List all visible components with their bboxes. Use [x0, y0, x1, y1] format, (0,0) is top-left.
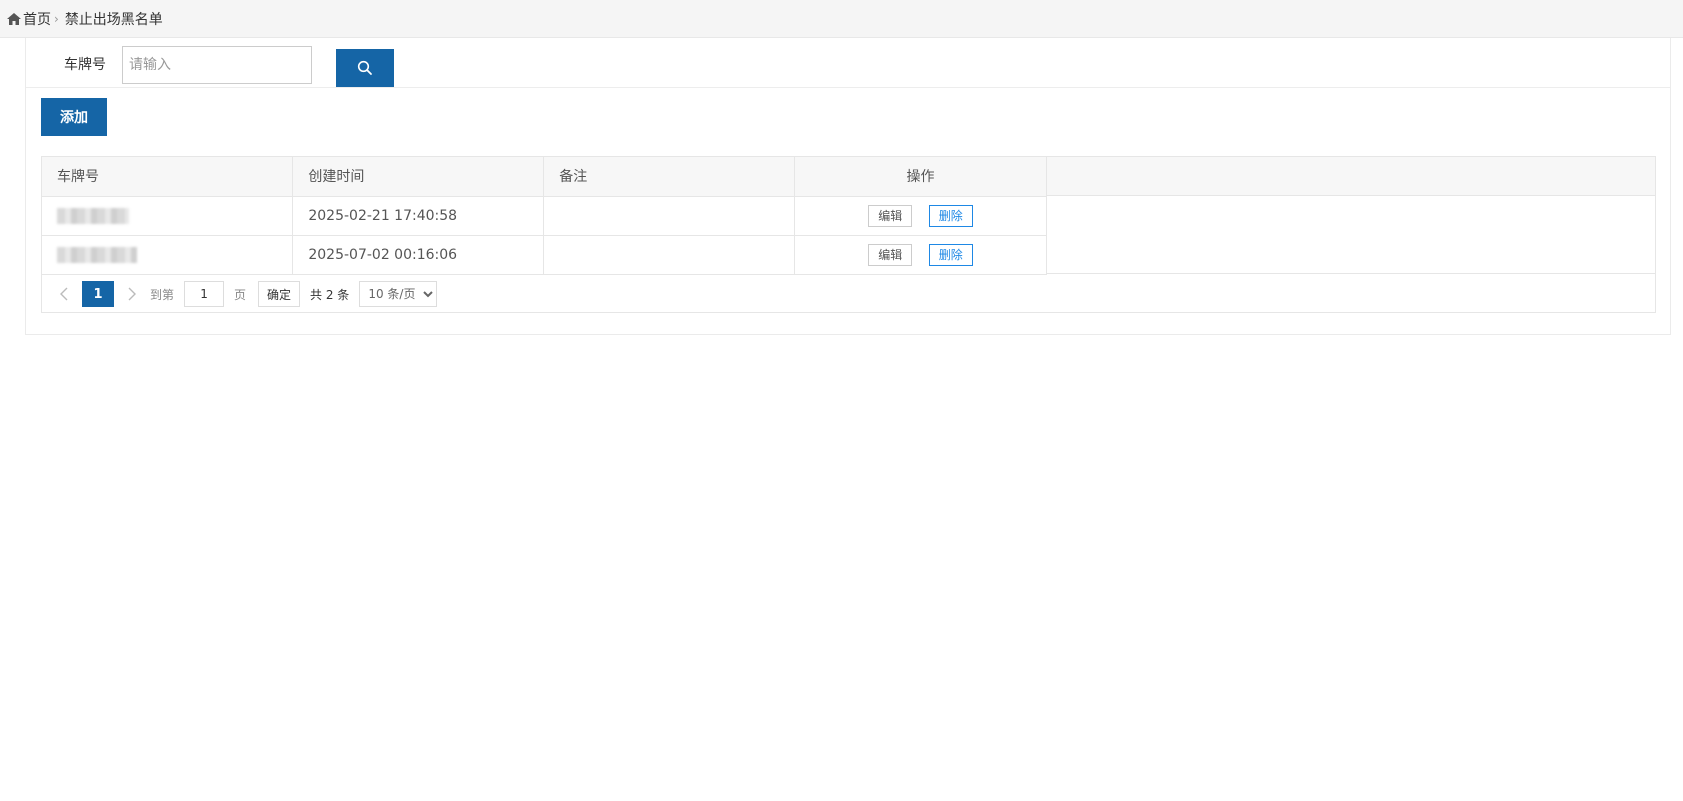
page-number-current[interactable]: 1 [82, 281, 114, 307]
search-bar: 车牌号 [26, 38, 1670, 88]
search-button[interactable] [336, 49, 394, 87]
home-icon [7, 12, 21, 25]
goto-page-input[interactable] [184, 281, 225, 307]
total-count: 共 2 条 [310, 287, 350, 302]
main-panel: 车牌号 添加 车牌号 创建时间 备注 操作 [25, 38, 1671, 335]
column-header-plate: 车牌号 [42, 157, 294, 197]
table-row: 2025-02-21 17:40:58 编辑 删除 [42, 196, 1047, 236]
add-button[interactable]: 添加 [41, 98, 107, 136]
column-header-remark: 备注 [543, 157, 796, 197]
table-header-filler [1047, 157, 1655, 196]
remark-cell [543, 235, 796, 275]
plate-cell [42, 196, 294, 236]
column-header-actions: 操作 [794, 157, 1047, 197]
edit-button[interactable]: 编辑 [868, 243, 913, 266]
column-header-created: 创建时间 [292, 157, 545, 197]
blurred-plate-number [57, 246, 137, 263]
breadcrumb: 首页 › 禁止出场黑名单 [0, 0, 1683, 38]
chevron-right-icon [128, 287, 136, 301]
blurred-plate-number [57, 207, 129, 224]
next-page-button[interactable] [122, 284, 142, 304]
search-icon [357, 60, 372, 75]
plate-search-input[interactable] [122, 46, 312, 84]
plate-cell [42, 235, 294, 275]
chevron-left-icon [60, 287, 68, 301]
delete-button[interactable]: 删除 [928, 243, 973, 266]
table-row: 2025-07-02 00:16:06 编辑 删除 [42, 235, 1047, 275]
pagination: 1 到第 页 确定 共 2 条 10 条/页 [42, 275, 1655, 313]
blacklist-table: 车牌号 创建时间 备注 操作 2025-02-21 17:40:58 编辑 删除 [41, 156, 1656, 313]
edit-button[interactable]: 编辑 [868, 204, 913, 227]
goto-confirm-button[interactable]: 确定 [258, 281, 301, 307]
table-header-row: 车牌号 创建时间 备注 操作 [42, 157, 1047, 197]
goto-label: 到第 [150, 287, 175, 302]
page-size-select[interactable]: 10 条/页 [359, 281, 438, 307]
delete-button[interactable]: 删除 [928, 204, 973, 227]
remark-cell [543, 196, 796, 236]
actions-cell: 编辑 删除 [794, 196, 1047, 236]
actions-cell: 编辑 删除 [794, 235, 1047, 275]
prev-page-button[interactable] [54, 284, 74, 304]
table-body-filler [1047, 196, 1655, 274]
page-unit-label: 页 [234, 287, 247, 302]
created-time-cell: 2025-07-02 00:16:06 [292, 235, 545, 275]
page-title: 禁止出场黑名单 [64, 11, 163, 28]
plate-search-label: 车牌号 [64, 57, 106, 73]
created-time-cell: 2025-02-21 17:40:58 [292, 196, 545, 236]
breadcrumb-home-link[interactable]: 首页 [23, 9, 51, 29]
breadcrumb-separator: › [54, 11, 59, 26]
